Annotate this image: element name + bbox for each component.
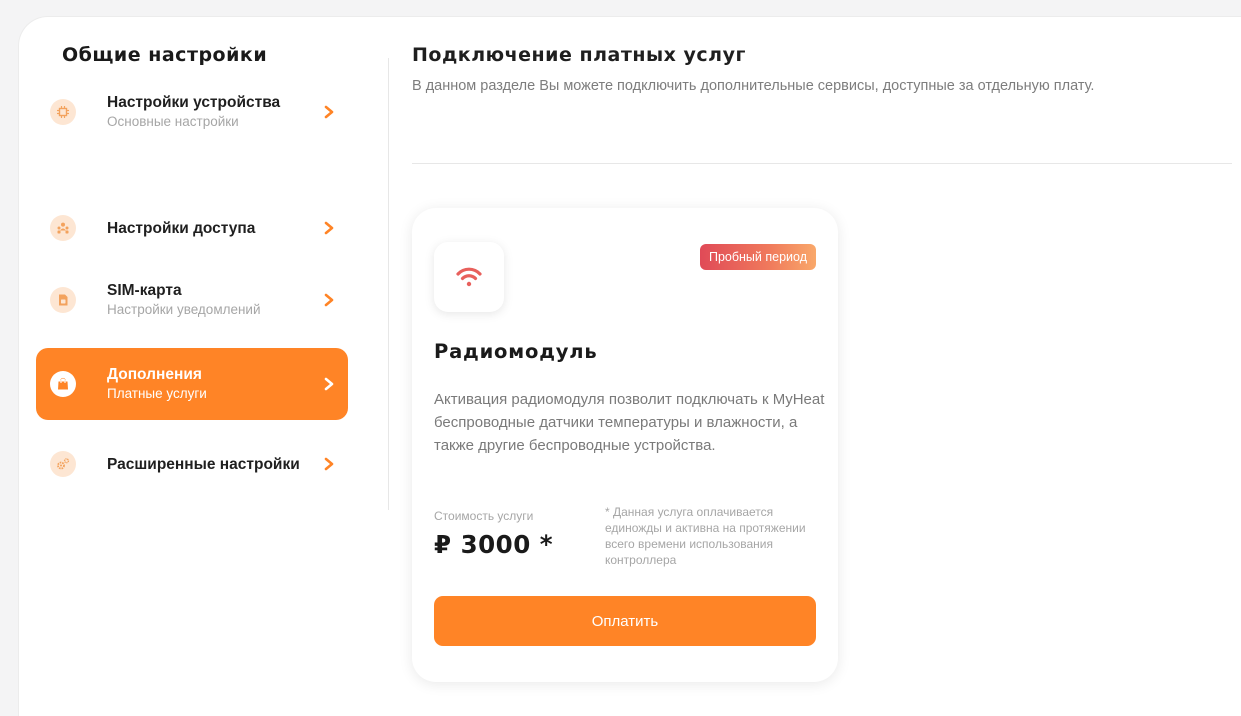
chevron-right-icon [324, 105, 334, 119]
sidebar-item-access-settings[interactable]: Настройки доступа [36, 192, 348, 264]
wifi-icon [434, 242, 504, 312]
vertical-divider [388, 58, 389, 510]
users-icon [50, 215, 76, 241]
sidebar-title: Общие настройки [62, 44, 268, 66]
shopping-bag-icon [50, 371, 76, 397]
page-description: В данном разделе Вы можете подключить до… [412, 78, 1095, 94]
horizontal-divider [412, 163, 1232, 164]
sidebar-item-label: Настройки доступа [107, 219, 256, 237]
sidebar-item-device-settings[interactable]: Настройки устройства Основные настройки [36, 76, 348, 148]
card-title: Радиомодуль [434, 340, 598, 363]
sidebar-item-addons[interactable]: Дополнения Платные услуги [36, 348, 348, 420]
pay-button[interactable]: Оплатить [434, 596, 816, 646]
sidebar-item-subtitle: Платные услуги [107, 386, 207, 401]
card-description: Активация радиомодуля позволит подключат… [434, 391, 825, 454]
trial-badge: Пробный период [699, 244, 816, 270]
chip-icon [50, 99, 76, 125]
sidebar-item-label: Расширенные настройки [107, 455, 300, 473]
sidebar-item-advanced-settings[interactable]: Расширенные настройки [36, 428, 348, 500]
sidebar-item-label: Настройки устройства [107, 94, 281, 111]
sidebar-item-label: Дополнения [107, 366, 202, 383]
sidebar-item-text: Расширенные настройки [107, 455, 308, 474]
sidebar-item-subtitle: Основные настройки [107, 114, 239, 129]
chevron-right-icon [324, 457, 334, 471]
sidebar-item-sim-card[interactable]: SIM-карта Настройки уведомлений [36, 264, 348, 336]
sidebar-item-text: Дополнения Платные услуги [107, 365, 308, 403]
sidebar-item-text: SIM-карта Настройки уведомлений [107, 281, 308, 319]
chevron-right-icon [324, 221, 334, 235]
chevron-right-icon [324, 293, 334, 307]
sidebar: Общие настройки Настройки устройства Осн… [36, 40, 348, 477]
price-value: ₽ 3000 * [434, 530, 554, 559]
page-title: Подключение платных услуг [412, 44, 746, 66]
sidebar-item-text: Настройки доступа [107, 219, 308, 238]
sidebar-item-text: Настройки устройства Основные настройки [107, 93, 308, 131]
sidebar-item-subtitle: Настройки уведомлений [107, 302, 261, 317]
gears-icon [50, 451, 76, 477]
main-content: Подключение платных услуг В данном разде… [412, 40, 1232, 164]
service-card-radio-module: Пробный период Радиомодуль Активация рад… [412, 208, 838, 682]
price-label: Стоимость услуги [434, 509, 534, 523]
price-note: * Данная услуга оплачивается единожды и … [605, 505, 806, 567]
sidebar-item-label: SIM-карта [107, 282, 182, 299]
chevron-right-icon [324, 377, 334, 391]
sim-card-icon [50, 287, 76, 313]
